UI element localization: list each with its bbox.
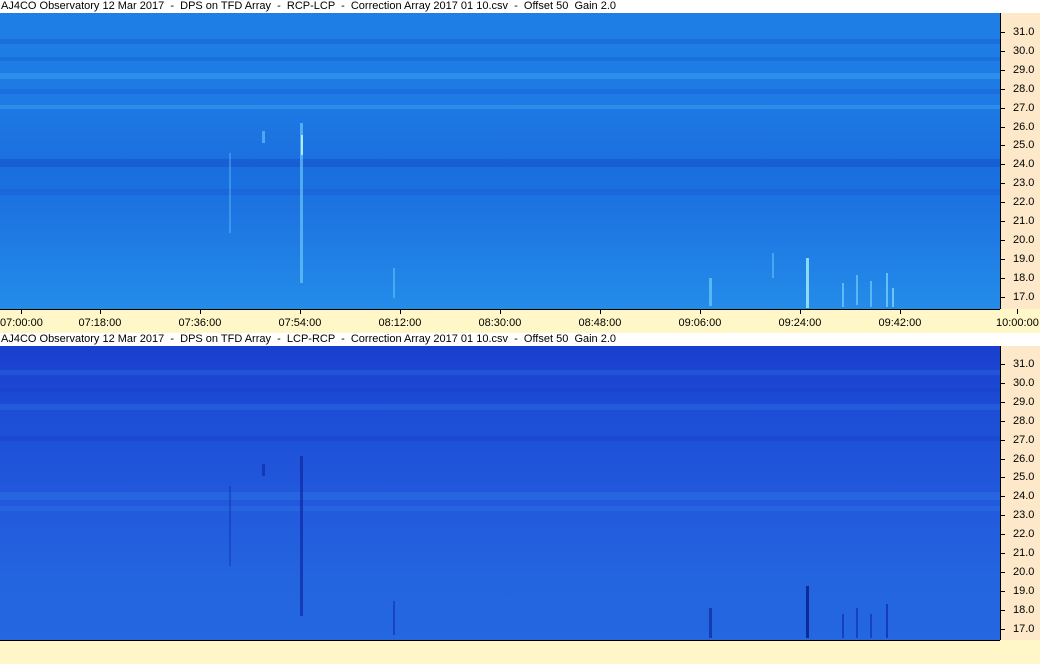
frequency-axis-bottom: 31.0 30.0 29.0 28.0 27.0 26.0 25.0 24.0 23.0 22.0…: [1000, 346, 1040, 640]
burst: [709, 278, 712, 306]
spectrogram-rcp-lcp: [0, 13, 1000, 309]
burst: [393, 601, 395, 635]
frequency-axis-top: 31.0 30.0 29.0 28.0 27.0 26.0 25.0 24.0 23.0 22.0…: [1000, 13, 1040, 309]
time-axis: 07:00:00 07:18:00 07:36:00 07:54:00 08:12:00…: [0, 309, 1040, 333]
burst: [886, 604, 888, 638]
time-tick-label: 10:00:00: [996, 309, 1039, 329]
time-tick-label: 07:00:00: [0, 309, 43, 329]
band: [0, 57, 1000, 61]
spectrogram-title-bottom: AJ4CO Observatory 12 Mar 2017 - DPS on T…: [0, 333, 1040, 346]
time-tick-label: 09:24:00: [778, 309, 822, 329]
burst: [772, 253, 774, 278]
band: [0, 506, 1000, 511]
band: [0, 189, 1000, 195]
burst: [856, 275, 858, 305]
band: [0, 73, 1000, 79]
band: [0, 404, 1000, 410]
time-axis-empty: [0, 640, 1040, 664]
burst: [842, 614, 844, 638]
burst: [806, 258, 809, 308]
band: [0, 436, 1000, 441]
band: [0, 370, 1000, 375]
time-tick-label: 09:06:00: [678, 309, 722, 329]
burst: [709, 608, 712, 638]
time-tick-label: 08:12:00: [378, 309, 422, 329]
spectrogram-lcp-rcp: [0, 346, 1000, 640]
burst: [870, 281, 872, 307]
time-tick-label: 08:30:00: [478, 309, 522, 329]
time-tick-label: 08:48:00: [578, 309, 622, 329]
band: [0, 492, 1000, 500]
burst: [229, 486, 231, 566]
spectrogram-features-top: [0, 39, 1000, 308]
burst: [886, 273, 888, 307]
burst: [806, 586, 809, 638]
burst: [229, 153, 231, 233]
band: [0, 39, 1000, 44]
time-tick-label: 07:18:00: [78, 309, 122, 329]
burst: [262, 464, 265, 476]
time-tick-label: 07:36:00: [178, 309, 222, 329]
burst: [262, 131, 265, 143]
band: [0, 388, 1000, 392]
spectrogram-features-bottom: [0, 370, 1000, 638]
burst: [393, 268, 395, 298]
time-tick-label: 09:42:00: [878, 309, 922, 329]
burst: [870, 614, 872, 638]
burst: [892, 288, 894, 307]
time-tick-label: 07:54:00: [278, 309, 322, 329]
spectrogram-title-top: AJ4CO Observatory 12 Mar 2017 - DPS on T…: [0, 0, 1040, 13]
burst: [300, 456, 303, 616]
band: [0, 89, 1000, 94]
burst: [301, 135, 303, 155]
burst: [842, 283, 844, 307]
band: [0, 105, 1000, 109]
burst: [856, 608, 858, 638]
band: [0, 159, 1000, 167]
